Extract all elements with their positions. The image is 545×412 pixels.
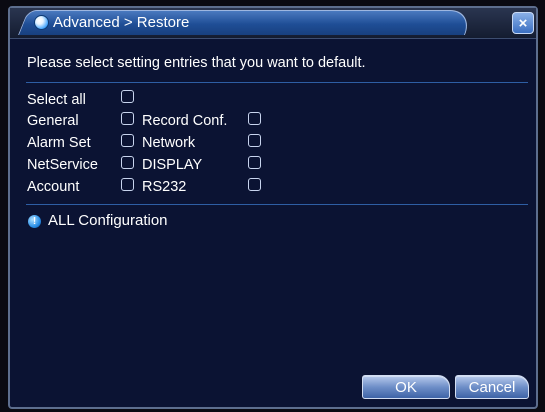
entry-alarm-set-checkbox[interactable] [121, 134, 134, 147]
entry-general-checkbox[interactable] [121, 112, 134, 125]
cancel-button[interactable]: Cancel [455, 375, 529, 399]
entry-record-conf-label: Record Conf. [142, 113, 228, 129]
entry-network-label: Network [142, 135, 196, 151]
title-content: Advanced > Restore [34, 11, 189, 33]
entry-display-label: DISPLAY [142, 157, 203, 173]
ok-button[interactable]: OK [362, 375, 450, 399]
window-title: Advanced > Restore [53, 13, 190, 31]
entry-netservice-label: NetService [27, 157, 98, 173]
divider-middle [26, 204, 528, 205]
entry-account-checkbox[interactable] [121, 178, 134, 191]
entry-rs232-checkbox[interactable] [248, 178, 261, 191]
info-text: ALL Configuration [48, 212, 168, 229]
select-all-checkbox[interactable] [121, 90, 134, 103]
entry-netservice-checkbox[interactable] [121, 156, 134, 169]
instruction-text: Please select setting entries that you w… [27, 55, 366, 71]
entry-account-label: Account [27, 179, 80, 195]
entry-network-checkbox[interactable] [248, 134, 261, 147]
entry-rs232-label: RS232 [142, 179, 187, 195]
restore-dialog: Advanced > Restore × Please select setti… [8, 6, 538, 409]
entry-alarm-set-label: Alarm Set [27, 135, 91, 151]
entry-display-checkbox[interactable] [248, 156, 261, 169]
title-bar: Advanced > Restore × [10, 8, 536, 39]
divider-top [26, 82, 528, 83]
close-button[interactable]: × [512, 12, 534, 34]
dialog-content: Please select setting entries that you w… [10, 38, 536, 407]
info-icon: ! [28, 215, 41, 228]
app-logo-icon [34, 14, 49, 30]
entry-general-label: General [27, 113, 79, 129]
select-all-label: Select all [27, 92, 86, 108]
entry-record-conf-checkbox[interactable] [248, 112, 261, 125]
